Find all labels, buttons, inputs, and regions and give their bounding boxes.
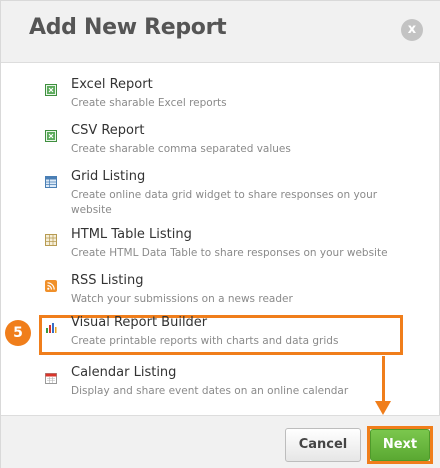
dialog-footer: Cancel Next	[1, 415, 440, 468]
grid-icon	[45, 173, 57, 188]
report-item-name: Excel Report	[71, 77, 153, 92]
dialog-header: Add New Report x	[1, 1, 440, 63]
report-item-grid[interactable]: Grid Listing Create online data grid wid…	[39, 169, 403, 221]
cancel-button[interactable]: Cancel	[285, 428, 361, 462]
report-item-desc: Create sharable comma separated values	[71, 143, 291, 155]
close-button[interactable]: x	[401, 19, 423, 41]
csv-icon	[45, 127, 57, 142]
html-table-icon	[45, 231, 57, 246]
rss-icon	[45, 277, 57, 292]
report-item-desc: Create sharable Excel reports	[71, 97, 227, 109]
report-item-html-table[interactable]: HTML Table Listing Create HTML Data Tabl…	[39, 227, 403, 267]
add-report-dialog: Add New Report x Excel Report Create sha…	[0, 0, 440, 468]
report-item-desc: Watch your submissions on a news reader	[71, 293, 293, 305]
report-item-excel[interactable]: Excel Report Create sharable Excel repor…	[39, 77, 403, 117]
report-item-name: Grid Listing	[71, 169, 146, 184]
next-button-highlight: Next	[367, 426, 433, 464]
guide-arrow-head-icon	[375, 401, 391, 415]
report-item-name: HTML Table Listing	[71, 227, 192, 242]
guide-arrow-line	[382, 356, 385, 404]
report-item-name: CSV Report	[71, 123, 145, 138]
report-item-csv[interactable]: CSV Report Create sharable comma separat…	[39, 123, 403, 163]
report-item-rss[interactable]: RSS Listing Watch your submissions on a …	[39, 273, 403, 313]
step-number-badge: 5	[5, 320, 31, 346]
report-item-desc: Create online data grid widget to share …	[71, 189, 378, 216]
excel-icon	[45, 81, 57, 96]
report-item-name: Calendar Listing	[71, 365, 177, 380]
bar-chart-icon	[45, 319, 57, 333]
report-item-desc: Create HTML Data Table to share response…	[71, 247, 388, 259]
next-button[interactable]: Next	[370, 429, 430, 461]
report-item-name: Visual Report Builder	[71, 315, 208, 330]
dialog-title: Add New Report	[29, 15, 227, 40]
calendar-icon	[45, 369, 57, 384]
report-item-calendar[interactable]: Calendar Listing Display and share event…	[39, 365, 403, 405]
report-item-desc: Display and share event dates on an onli…	[71, 385, 349, 397]
report-item-visual-report-builder[interactable]: Visual Report Builder Create printable r…	[39, 315, 403, 355]
report-item-name: RSS Listing	[71, 273, 144, 288]
report-item-desc: Create printable reports with charts and…	[71, 335, 339, 347]
